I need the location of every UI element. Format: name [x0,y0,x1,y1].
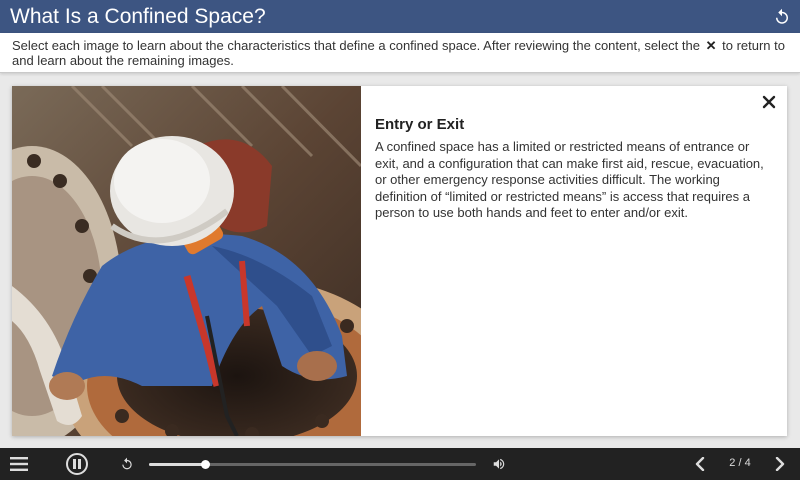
volume-icon [493,458,505,470]
worker-entering-manhole-photo [12,86,361,436]
pause-button[interactable] [66,453,88,475]
menu-button[interactable] [8,454,30,474]
content-text-panel: Entry or Exit A confined space has a lim… [375,116,775,222]
instructions-part-1: Select each image to learn about the cha… [12,38,700,53]
previous-button[interactable] [690,454,710,474]
chevron-right-icon [775,457,785,471]
progress-handle[interactable] [200,460,210,469]
chevron-left-icon [695,457,705,471]
restart-icon [776,8,788,24]
next-button[interactable] [770,454,790,474]
content-card: Entry or Exit A confined space has a lim… [12,86,787,436]
title-bar: What Is a Confined Space? [0,0,800,33]
pause-icon [73,459,81,469]
hamburger-menu-icon [10,457,28,471]
player-controls: 2 / 4 [0,448,800,480]
progress-fill [149,463,205,466]
content-body: A confined space has a limited or restri… [375,139,764,220]
page-title: What Is a Confined Space? [10,4,266,28]
instructions-text: Select each image to learn about the cha… [0,33,800,73]
progress-scrubber[interactable] [149,460,476,469]
replay-button[interactable] [118,455,136,473]
volume-button[interactable] [490,455,508,473]
content-heading: Entry or Exit [375,116,465,133]
close-button[interactable] [759,92,779,112]
photo-illustration [12,86,361,436]
close-symbol-inline: ✕ [705,38,717,53]
close-icon [762,95,776,109]
page-indicator: 2 / 4 [729,457,751,469]
replay-icon [122,457,132,470]
restart-button[interactable] [769,4,795,30]
